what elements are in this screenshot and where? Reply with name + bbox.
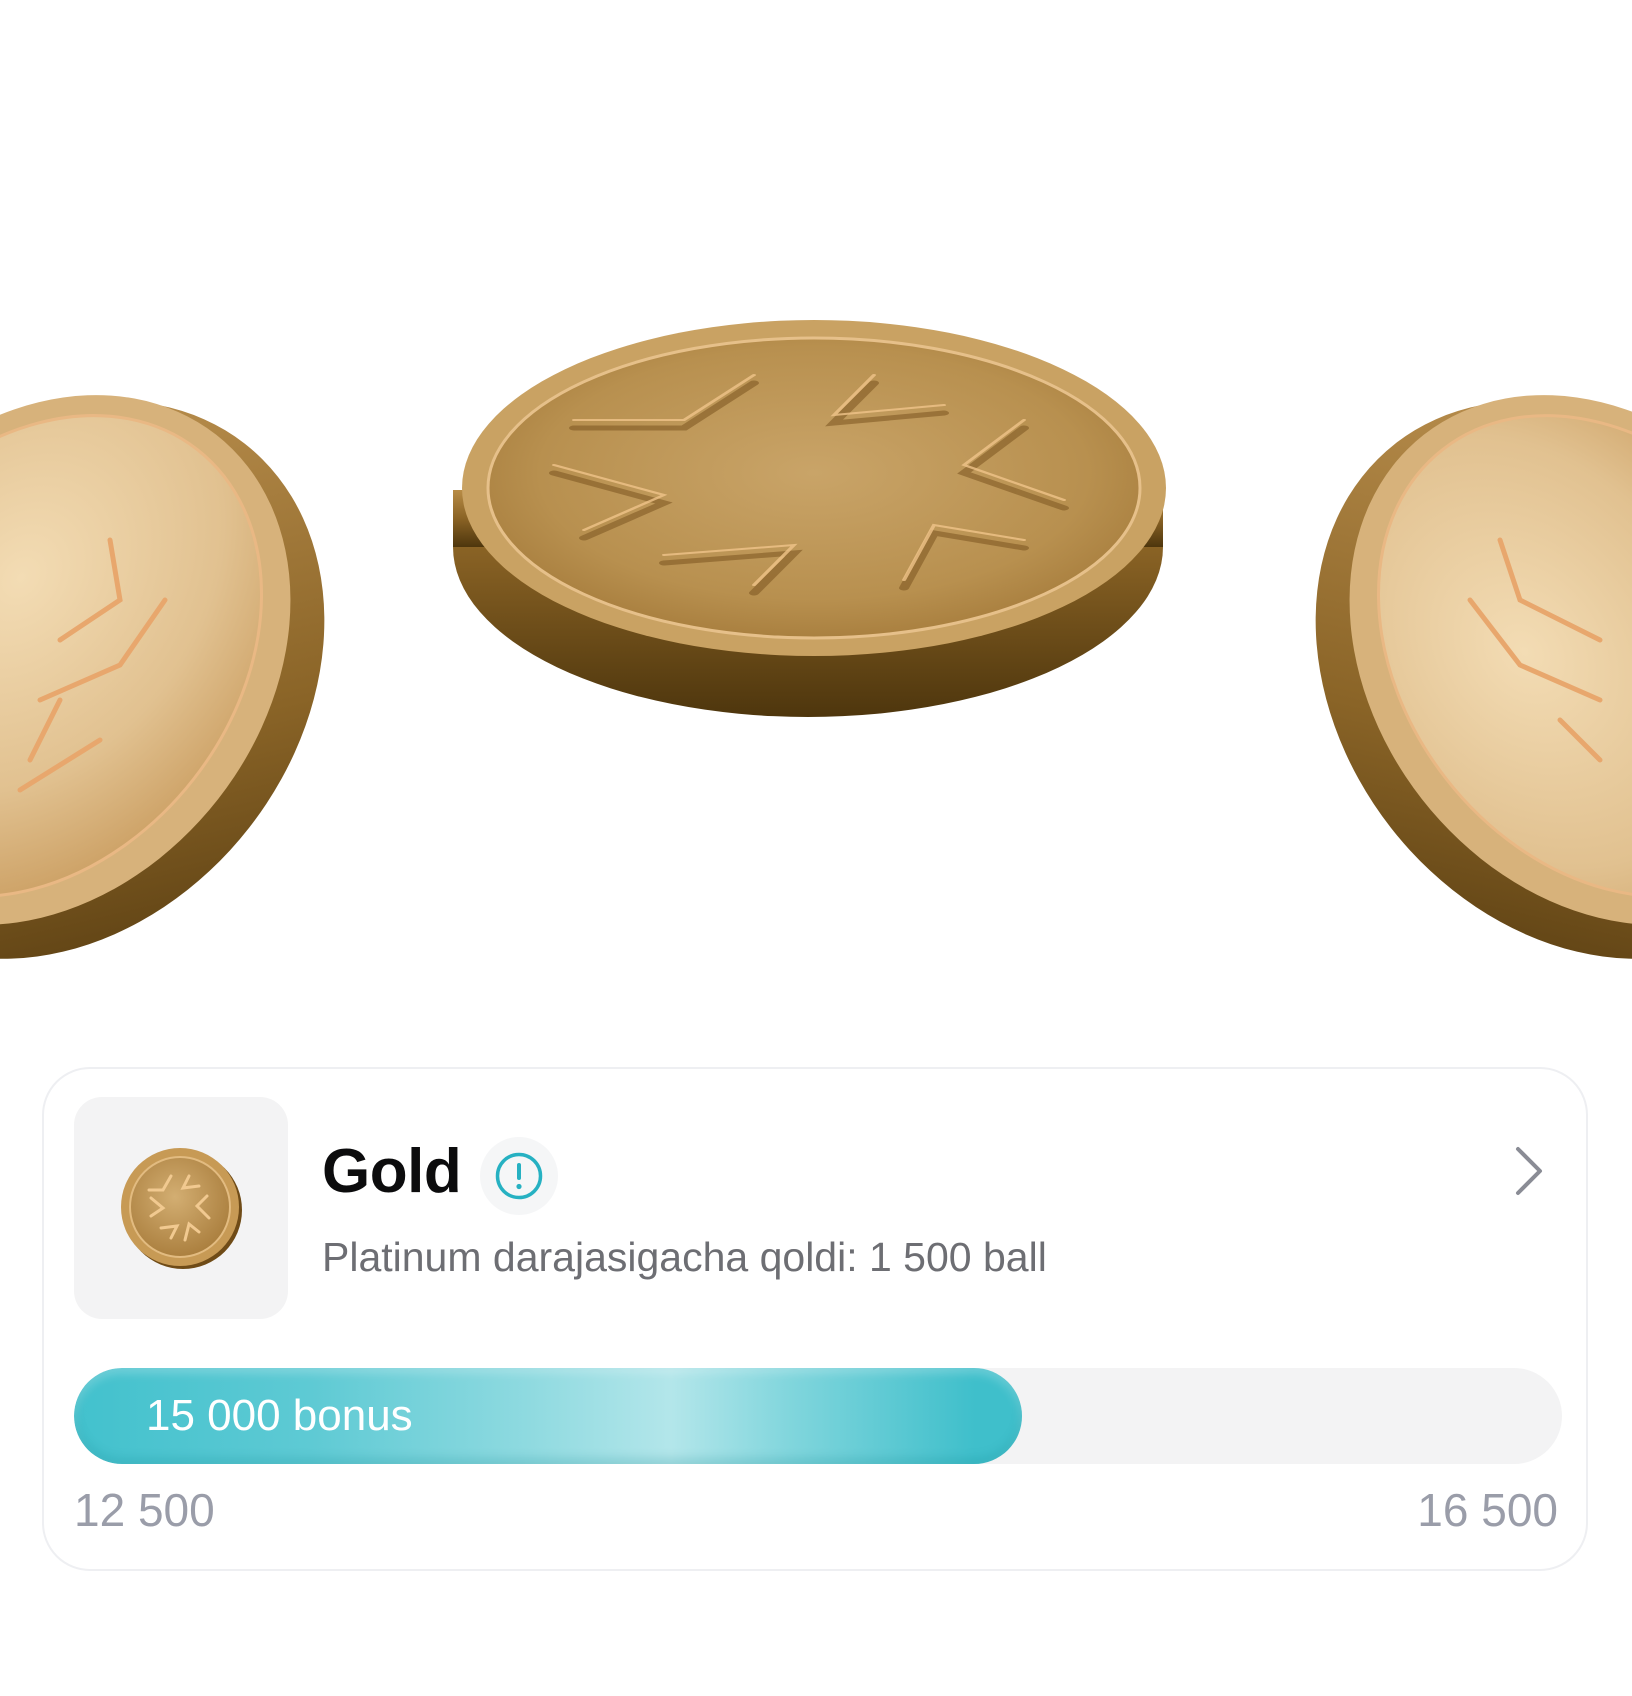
info-circle-icon bbox=[495, 1152, 543, 1200]
hero-coins-illustration bbox=[0, 320, 1632, 959]
left-coin bbox=[0, 395, 325, 959]
open-tier-details-button[interactable] bbox=[1504, 1141, 1554, 1201]
info-button[interactable] bbox=[480, 1137, 558, 1215]
center-coin bbox=[453, 320, 1166, 717]
progress-min-value: 12 500 bbox=[74, 1484, 215, 1536]
bonus-progress-bar: 15 000 bonus bbox=[74, 1368, 1562, 1464]
gold-coin-icon bbox=[121, 1148, 242, 1269]
tier-name: Gold bbox=[322, 1137, 462, 1206]
progress-max-value: 16 500 bbox=[1417, 1484, 1558, 1536]
bonus-progress-fill: 15 000 bonus bbox=[74, 1368, 1022, 1464]
tier-remaining-text: Platinum darajasigacha qoldi: 1 500 ball bbox=[322, 1234, 1047, 1280]
tier-card[interactable]: Gold Platinum darajasigacha qoldi: 1 500… bbox=[42, 1067, 1588, 1571]
bonus-progress-label: 15 000 bonus bbox=[146, 1391, 413, 1440]
chevron-right-icon bbox=[1516, 1147, 1542, 1195]
tier-badge bbox=[74, 1097, 288, 1319]
right-coin bbox=[1315, 395, 1632, 959]
